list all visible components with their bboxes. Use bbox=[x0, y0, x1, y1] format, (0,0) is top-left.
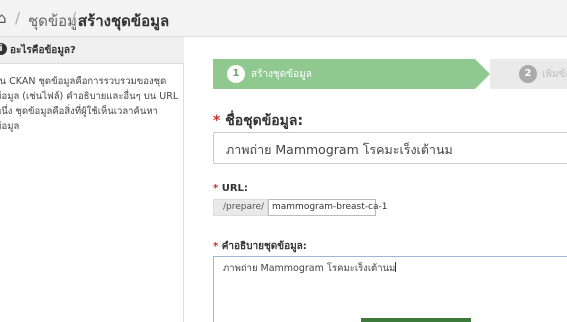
stage-2-label: เพิ่มข้อมูล bbox=[542, 69, 567, 80]
breadcrumb: ⌂ / ชุดข้อมูล / สร้างชุดข้อมูล bbox=[0, 0, 567, 37]
sidebar-header: i อะไรคือข้อมูล? bbox=[0, 37, 184, 64]
required-mark: * bbox=[213, 241, 219, 252]
breadcrumb-separator: / bbox=[15, 9, 21, 27]
url-input[interactable]: mammogram-breast-ca-1 bbox=[268, 199, 387, 216]
title-input[interactable]: ภาพถ่าย Mammogram โรคมะเร็งเต้านม bbox=[213, 132, 567, 164]
title-label-text: ชื่อชุดข้อมูล: bbox=[225, 113, 304, 129]
description-text: ภาพถ่าย Mammogram โรคมะเร็งเต้านม bbox=[223, 263, 396, 274]
stage-progress: 1 สร้างชุดข้อมูล 2 เพิ่มข้อมูล bbox=[213, 59, 567, 89]
stage-1-number: 1 bbox=[227, 65, 245, 83]
info-icon: i bbox=[0, 43, 7, 55]
home-icon[interactable]: ⌂ bbox=[0, 9, 7, 27]
description-textarea[interactable]: ภาพถ่าย Mammogram โรคมะเร็งเต้านม bbox=[213, 256, 567, 322]
description-label: * คำอธิบายชุดข้อมูล: bbox=[213, 239, 307, 254]
sidebar: i อะไรคือข้อมูล? ใน CKAN ชุดข้อมูลคือการ… bbox=[0, 37, 184, 322]
stage-1-label: สร้างชุดข้อมูล bbox=[251, 69, 312, 80]
window: { "breadcrumb": { "home_icon": "home-ico… bbox=[0, 0, 567, 322]
stage-arrow bbox=[475, 59, 490, 89]
stage-2-number: 2 bbox=[519, 65, 537, 83]
url-label: * URL: bbox=[213, 183, 248, 194]
breadcrumb-separator: / bbox=[71, 9, 77, 27]
sidebar-title: อะไรคือข้อมูล? bbox=[10, 45, 76, 56]
main-content: 1 สร้างชุดข้อมูล 2 เพิ่มข้อมูล * ชื่อชุด… bbox=[185, 37, 567, 322]
description-label-text: คำอธิบายชุดข้อมูล: bbox=[221, 241, 307, 252]
url-label-text: URL: bbox=[221, 183, 248, 194]
required-mark: * bbox=[213, 113, 221, 129]
sidebar-description: ใน CKAN ชุดข้อมูลคือการรวบรวมของชุดข้อมู… bbox=[0, 76, 179, 132]
url-prefix: /prepare/ bbox=[213, 199, 268, 216]
title-label: * ชื่อชุดข้อมูล: bbox=[213, 110, 303, 132]
text-caret bbox=[395, 262, 397, 272]
breadcrumb-current[interactable]: สร้างชุดข้อมูล bbox=[78, 9, 169, 33]
submit-button-edge[interactable] bbox=[361, 318, 471, 322]
required-mark: * bbox=[213, 183, 219, 194]
